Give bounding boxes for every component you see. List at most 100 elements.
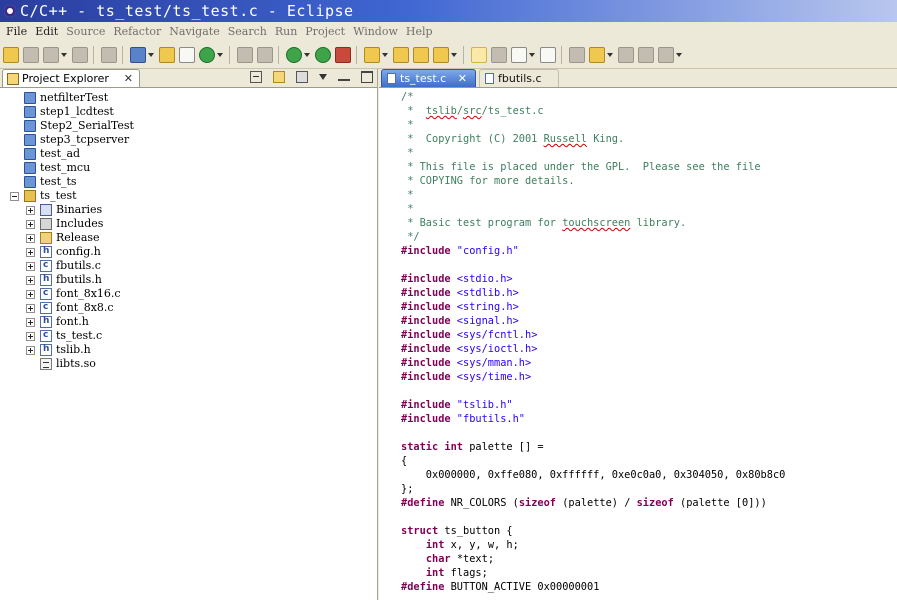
code-line[interactable]: struct ts_button {: [401, 524, 785, 538]
code-line[interactable]: int flags;: [401, 566, 785, 580]
new-wizard-icon[interactable]: [199, 47, 215, 63]
expand-icon[interactable]: [26, 318, 35, 327]
code-line[interactable]: *: [401, 188, 785, 202]
code-line[interactable]: *: [401, 146, 785, 160]
expand-icon[interactable]: [26, 346, 35, 355]
toggle-block-icon[interactable]: [511, 47, 527, 63]
highlight-icon[interactable]: [471, 47, 487, 63]
code-line[interactable]: #include "config.h": [401, 244, 785, 258]
code-line[interactable]: [401, 510, 785, 524]
code-line[interactable]: 0x000000, 0xffe080, 0xffffff, 0xe0c0a0, …: [401, 468, 786, 482]
back-icon[interactable]: [638, 47, 654, 63]
code-line[interactable]: };: [401, 482, 785, 496]
code-line[interactable]: * This file is placed under the GPL. Ple…: [401, 160, 785, 174]
code-editor[interactable]: /* * tslib/src/ts_test.c * * Copyright (…: [379, 88, 897, 600]
new-folder-icon[interactable]: [159, 47, 175, 63]
show-whitespace-icon[interactable]: [540, 47, 556, 63]
open-type-icon[interactable]: [364, 47, 380, 63]
code-line[interactable]: #define BUTTON_ACTIVE 0x00000001: [401, 580, 785, 594]
external-tools-icon[interactable]: [335, 47, 351, 63]
code-line[interactable]: #include <sys/ioctl.h>: [401, 342, 785, 356]
tree-item[interactable]: Binaries: [0, 203, 377, 217]
code-line[interactable]: static int palette [] =: [401, 440, 785, 454]
code-line[interactable]: int x, y, w, h;: [401, 538, 785, 552]
tree-item[interactable]: ts_test: [0, 189, 377, 203]
code-line[interactable]: #include <stdlib.h>: [401, 286, 785, 300]
chevron-down-icon[interactable]: [676, 53, 682, 57]
menu-refactor[interactable]: Refactor: [109, 22, 165, 42]
filter-icon[interactable]: [295, 71, 308, 83]
new-source-icon[interactable]: [179, 47, 195, 63]
code-line[interactable]: #include <sys/fcntl.h>: [401, 328, 785, 342]
mark-icon[interactable]: [491, 47, 507, 63]
tree-item[interactable]: libts.so: [0, 357, 377, 371]
collapse-all-icon[interactable]: [249, 71, 262, 83]
save-icon[interactable]: [23, 47, 39, 63]
code-line[interactable]: #include <stdio.h>: [401, 272, 785, 286]
chevron-down-icon[interactable]: [61, 53, 67, 57]
tree-item[interactable]: font_8x8.c: [0, 300, 377, 315]
collapse-icon[interactable]: [10, 192, 19, 201]
menu-help[interactable]: Help: [402, 22, 437, 42]
build-config-icon[interactable]: [257, 47, 273, 63]
tree-item[interactable]: step1_lcdtest: [0, 105, 377, 119]
menu-window[interactable]: Window: [349, 22, 402, 42]
last-edit-icon[interactable]: [618, 47, 634, 63]
tree-item[interactable]: Step2_SerialTest: [0, 119, 377, 133]
menu-edit[interactable]: Edit: [31, 22, 62, 42]
tree-item[interactable]: Includes: [0, 217, 377, 231]
menu-file[interactable]: File: [0, 22, 31, 42]
tree-item[interactable]: fbutils.c: [0, 258, 377, 273]
menu-search[interactable]: Search: [224, 22, 271, 42]
build-icon[interactable]: [101, 47, 117, 63]
open-folder-icon[interactable]: [413, 47, 429, 63]
forward-icon[interactable]: [658, 47, 674, 63]
tree-item[interactable]: fbutils.h: [0, 272, 377, 287]
save-all-icon[interactable]: [43, 47, 59, 63]
tab-project-explorer[interactable]: Project Explorer ✕: [2, 69, 140, 87]
minimize-icon[interactable]: [337, 71, 350, 81]
tree-item[interactable]: step3_tcpserver: [0, 133, 377, 147]
window-title-bar[interactable]: C/C++ - ts_test/ts_test.c - Eclipse: [0, 0, 897, 22]
print-icon[interactable]: [72, 47, 88, 63]
tree-item[interactable]: font.h: [0, 314, 377, 329]
chevron-down-icon[interactable]: [529, 53, 535, 57]
code-line[interactable]: [401, 384, 785, 398]
expand-icon[interactable]: [26, 206, 35, 215]
tree-item[interactable]: config.h: [0, 244, 377, 259]
code-line[interactable]: * Copyright (C) 2001 Russell King.: [401, 132, 785, 146]
tree-item[interactable]: font_8x16.c: [0, 286, 377, 301]
new-icon[interactable]: [3, 47, 19, 63]
menu-navigate[interactable]: Navigate: [165, 22, 223, 42]
tree-item[interactable]: tslib.h: [0, 342, 377, 357]
debug-icon[interactable]: [286, 47, 302, 63]
tree-item[interactable]: ts_test.c: [0, 328, 377, 343]
code-line[interactable]: * COPYING for more details.: [401, 174, 785, 188]
expand-icon[interactable]: [26, 234, 35, 243]
code-line[interactable]: *: [401, 118, 785, 132]
menu-project[interactable]: Project: [301, 22, 349, 42]
tree-item[interactable]: test_ts: [0, 175, 377, 189]
chevron-down-icon[interactable]: [382, 53, 388, 57]
code-line[interactable]: /*: [401, 90, 785, 104]
chevron-down-icon[interactable]: [304, 53, 310, 57]
menu-run[interactable]: Run: [271, 22, 301, 42]
link-with-editor-icon[interactable]: [272, 71, 285, 83]
tree-item[interactable]: test_ad: [0, 147, 377, 161]
run-icon[interactable]: [315, 47, 331, 63]
next-annotation-icon[interactable]: [569, 47, 585, 63]
code-line[interactable]: #include <sys/mman.h>: [401, 356, 785, 370]
close-icon[interactable]: ✕: [124, 70, 133, 87]
code-line[interactable]: * tslib/src/ts_test.c: [401, 104, 785, 118]
chevron-down-icon[interactable]: [148, 53, 154, 57]
expand-icon[interactable]: [26, 248, 35, 257]
prev-annotation-icon[interactable]: [589, 47, 605, 63]
source-code[interactable]: /* * tslib/src/ts_test.c * * Copyright (…: [401, 90, 785, 594]
code-line[interactable]: */: [401, 230, 785, 244]
expand-icon[interactable]: [26, 262, 35, 271]
code-line[interactable]: * Basic test program for touchscreen lib…: [401, 216, 785, 230]
search-icon[interactable]: [433, 47, 449, 63]
code-line[interactable]: [401, 426, 785, 440]
expand-icon[interactable]: [26, 304, 35, 313]
expand-icon[interactable]: [26, 290, 35, 299]
